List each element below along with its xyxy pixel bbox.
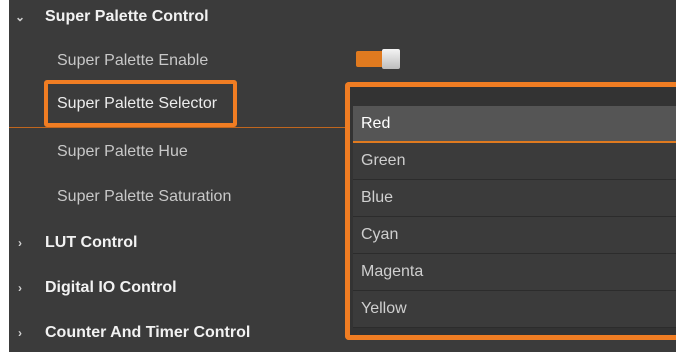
chevron-right-icon[interactable]: › bbox=[13, 281, 27, 295]
section-label: LUT Control bbox=[45, 234, 138, 251]
chevron-down-icon[interactable]: ⌄ bbox=[13, 10, 27, 24]
toggle-knob bbox=[382, 49, 400, 69]
section-super-palette-control[interactable]: ⌄ Super Palette Control bbox=[9, 2, 339, 32]
section-lut-control[interactable]: › LUT Control bbox=[9, 228, 339, 258]
dropdown-option-blue[interactable]: Blue bbox=[353, 180, 676, 217]
section-counter-and-timer-control[interactable]: › Counter And Timer Control bbox=[9, 318, 339, 348]
chevron-right-icon[interactable]: › bbox=[13, 326, 27, 340]
property-label: Super Palette Hue bbox=[57, 143, 188, 160]
chevron-right-icon[interactable]: › bbox=[13, 236, 27, 250]
row-divider bbox=[9, 127, 349, 128]
section-label: Super Palette Control bbox=[45, 8, 209, 25]
palette-selector-dropdown[interactable]: Red Green Blue Cyan Magenta Yellow bbox=[353, 106, 676, 328]
property-label: Super Palette Saturation bbox=[57, 188, 232, 205]
dropdown-option-green[interactable]: Green bbox=[353, 143, 676, 180]
property-label: Super Palette Enable bbox=[57, 52, 209, 69]
section-label: Digital IO Control bbox=[45, 279, 177, 296]
dropdown-option-red[interactable]: Red bbox=[353, 106, 676, 143]
dropdown-option-cyan[interactable]: Cyan bbox=[353, 217, 676, 254]
super-palette-enable-toggle[interactable] bbox=[356, 49, 402, 69]
selector-highlight-box bbox=[44, 80, 237, 127]
property-panel: ⌄ Super Palette Control Super Palette En… bbox=[9, 0, 676, 352]
property-super-palette-hue[interactable]: Super Palette Hue bbox=[9, 137, 339, 167]
dropdown-option-magenta[interactable]: Magenta bbox=[353, 254, 676, 291]
dropdown-option-yellow[interactable]: Yellow bbox=[353, 291, 676, 328]
property-super-palette-saturation[interactable]: Super Palette Saturation bbox=[9, 182, 339, 212]
section-digital-io-control[interactable]: › Digital IO Control bbox=[9, 273, 339, 303]
property-super-palette-enable[interactable]: Super Palette Enable bbox=[9, 46, 339, 76]
section-label: Counter And Timer Control bbox=[45, 324, 251, 341]
